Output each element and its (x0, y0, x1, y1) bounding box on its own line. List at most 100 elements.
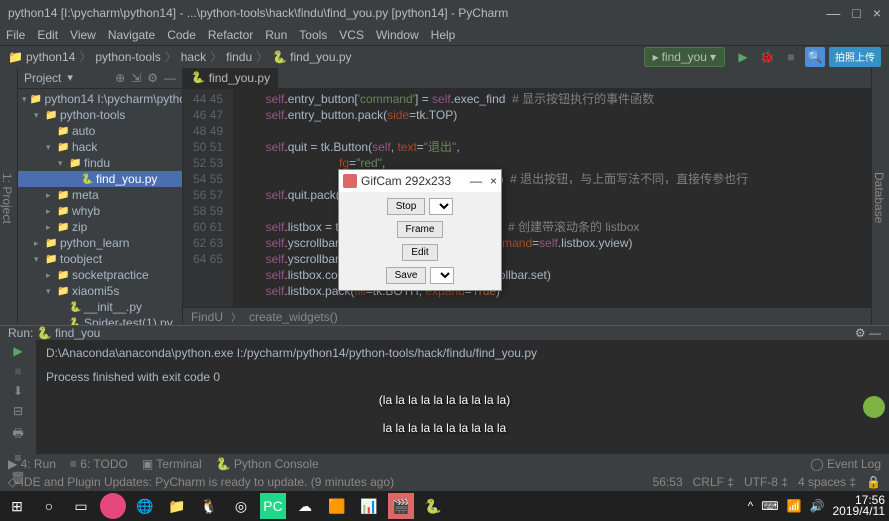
app3-icon[interactable]: 🟧 (324, 493, 350, 519)
editor-area: 🐍 find_you.py 44 45 46 47 48 49 50 51 52… (183, 67, 871, 325)
project-tree[interactable]: ▾📁python14 I:\pycharm\python14▾📁python-t… (18, 89, 182, 325)
right-rail[interactable]: Database (871, 67, 889, 325)
crumb-root[interactable]: 📁 python14 (8, 50, 75, 64)
search-icon[interactable]: 🔍 (805, 47, 825, 67)
editor-breadcrumb: FindU 〉 create_widgets() (183, 307, 871, 325)
down-icon[interactable]: ⬇ (13, 384, 23, 398)
tree-item[interactable]: ▾📁python14 I:\pycharm\python14 (18, 91, 182, 107)
menu-view[interactable]: View (70, 28, 96, 42)
crumb-3[interactable]: findu (226, 50, 252, 64)
chrome-icon[interactable]: 🌐 (132, 493, 158, 519)
window-titlebar: python14 [I:\pycharm\python14] - ...\pyt… (0, 0, 889, 25)
scroll-from-source-icon[interactable]: ⊕ (115, 71, 125, 85)
tree-item[interactable]: ▸📁zip (18, 219, 182, 235)
menu-file[interactable]: File (6, 28, 25, 42)
crumb-2[interactable]: hack (181, 50, 206, 64)
app2-icon[interactable]: ◎ (228, 493, 254, 519)
app1-icon[interactable] (100, 493, 126, 519)
menu-run[interactable]: Run (265, 28, 287, 42)
crumb-file[interactable]: 🐍 find_you.py (272, 50, 351, 64)
line-gutter: 44 45 46 47 48 49 50 51 52 53 54 55 56 5… (183, 89, 233, 307)
windows-taskbar: ⊞ ○ ▭ 🌐 📁 🐧 ◎ PC ☁ 🟧 📊 🎬 🐍 ^ ⌨ 📶 🔊 17:56… (0, 491, 889, 521)
menu-tools[interactable]: Tools (299, 28, 327, 42)
explorer-icon[interactable]: 📁 (164, 493, 190, 519)
gifcam-popup[interactable]: GifCam 292x233 — × Stop Frame Edit Save (338, 169, 502, 291)
run-gear-icon[interactable]: ⚙ — (855, 326, 881, 340)
hide-icon[interactable]: — (164, 71, 176, 85)
gear-icon[interactable]: ⚙ (147, 71, 158, 85)
baidu-icon[interactable]: ☁ (292, 493, 318, 519)
qq-icon[interactable]: 🐧 (196, 493, 222, 519)
pycharm-icon[interactable]: PC (260, 493, 286, 519)
close-icon[interactable]: × (873, 5, 881, 21)
stop-icon[interactable]: ■ (781, 47, 801, 67)
stop-run-icon[interactable]: ■ (14, 364, 21, 378)
crumb-1[interactable]: python-tools (95, 50, 160, 64)
rerun-icon[interactable]: ▶ (13, 344, 22, 358)
gifcam-stop-button[interactable]: Stop (387, 198, 426, 215)
minimize-icon[interactable]: — (826, 5, 840, 21)
popup-minimize-icon[interactable]: — (470, 174, 482, 188)
menu-vcs[interactable]: VCS (339, 28, 364, 42)
code-content[interactable]: self.entry_button['command'] = self.exec… (233, 89, 871, 307)
menu-window[interactable]: Window (376, 28, 419, 42)
tree-item[interactable]: ▾📁hack (18, 139, 182, 155)
collapse-icon[interactable]: ⇲ (131, 71, 141, 85)
tray-up-icon[interactable]: ^ (748, 499, 754, 513)
taskview-icon[interactable]: ▭ (68, 493, 94, 519)
menu-edit[interactable]: Edit (37, 28, 58, 42)
clock[interactable]: 17:56 2019/4/11 (833, 495, 886, 517)
project-title: Project (24, 71, 61, 85)
upload-button[interactable]: 拍照上传 (829, 47, 881, 67)
tree-item[interactable]: ▸📁meta (18, 187, 182, 203)
project-header: Project ▾ ⊕ ⇲ ⚙ — (18, 67, 182, 89)
window-title: python14 [I:\pycharm\python14] - ...\pyt… (8, 6, 508, 20)
gifcam-frame-button[interactable]: Frame (397, 221, 444, 238)
debug-icon[interactable]: 🐞 (757, 47, 777, 67)
tray-ime-icon[interactable]: ⌨ (761, 499, 778, 513)
layout-icon[interactable]: ⊟ (13, 404, 23, 418)
run-icon[interactable]: ▶ (733, 47, 753, 67)
print-icon[interactable]: 🖶 (12, 424, 23, 445)
tree-item[interactable]: ▸📁socketpractice (18, 267, 182, 283)
tray-net-icon[interactable]: 📶 (787, 499, 802, 513)
tree-item[interactable]: 🐍Spider-test(1).py (18, 315, 182, 325)
menu-navigate[interactable]: Navigate (108, 28, 155, 42)
floating-widget[interactable] (863, 396, 885, 418)
menubar: File Edit View Navigate Code Refactor Ru… (0, 25, 889, 45)
gifcam-save-button[interactable]: Save (386, 267, 427, 284)
gifcam-edit-button[interactable]: Edit (402, 244, 437, 261)
tree-item[interactable]: ▾📁toobject (18, 251, 182, 267)
search-task-icon[interactable]: ○ (36, 493, 62, 519)
tree-item[interactable]: 🐍__init__.py (18, 299, 182, 315)
tree-item[interactable]: 🐍find_you.py (18, 171, 182, 187)
gifcam-logo-icon (343, 174, 357, 188)
run-panel: Run: 🐍 find_you ⚙ — ▶ ■ ⬇ ⊟ 🖶 ≡ 🗑 D:\Ana… (0, 325, 889, 453)
tree-item[interactable]: 📁auto (18, 123, 182, 139)
tree-item[interactable]: ▾📁python-tools (18, 107, 182, 123)
left-rail[interactable]: 1: Project (0, 67, 18, 325)
code-editor[interactable]: 44 45 46 47 48 49 50 51 52 53 54 55 56 5… (183, 89, 871, 307)
gifcam-stop-menu[interactable] (429, 198, 453, 215)
menu-help[interactable]: Help (431, 28, 456, 42)
menu-code[interactable]: Code (167, 28, 196, 42)
tree-item[interactable]: ▾📁findu (18, 155, 182, 171)
gifcam-title: GifCam 292x233 (361, 174, 451, 188)
menu-refactor[interactable]: Refactor (208, 28, 253, 42)
start-icon[interactable]: ⊞ (4, 493, 30, 519)
gifcam-icon[interactable]: 🎬 (388, 493, 414, 519)
maximize-icon[interactable]: □ (852, 5, 860, 21)
app4-icon[interactable]: 📊 (356, 493, 382, 519)
gifcam-save-menu[interactable] (430, 267, 454, 284)
project-panel: Project ▾ ⊕ ⇲ ⚙ — ▾📁python14 I:\pycharm\… (18, 67, 183, 325)
popup-close-icon[interactable]: × (490, 174, 497, 188)
run-config-selector[interactable]: ▸ find_you ▾ (644, 47, 725, 67)
tab-find-you[interactable]: 🐍 find_you.py (183, 68, 278, 88)
python-app-icon[interactable]: 🐍 (420, 493, 446, 519)
tree-item[interactable]: ▸📁python_learn (18, 235, 182, 251)
breadcrumb-bar: 📁 python14〉 python-tools〉 hack〉 findu〉 🐍… (0, 45, 889, 67)
tree-item[interactable]: ▾📁xiaomi5s (18, 283, 182, 299)
run-output[interactable]: D:\Anaconda\anaconda\python.exe I:/pycha… (36, 340, 889, 489)
tree-item[interactable]: ▸📁whyb (18, 203, 182, 219)
tray-vol-icon[interactable]: 🔊 (810, 499, 825, 513)
